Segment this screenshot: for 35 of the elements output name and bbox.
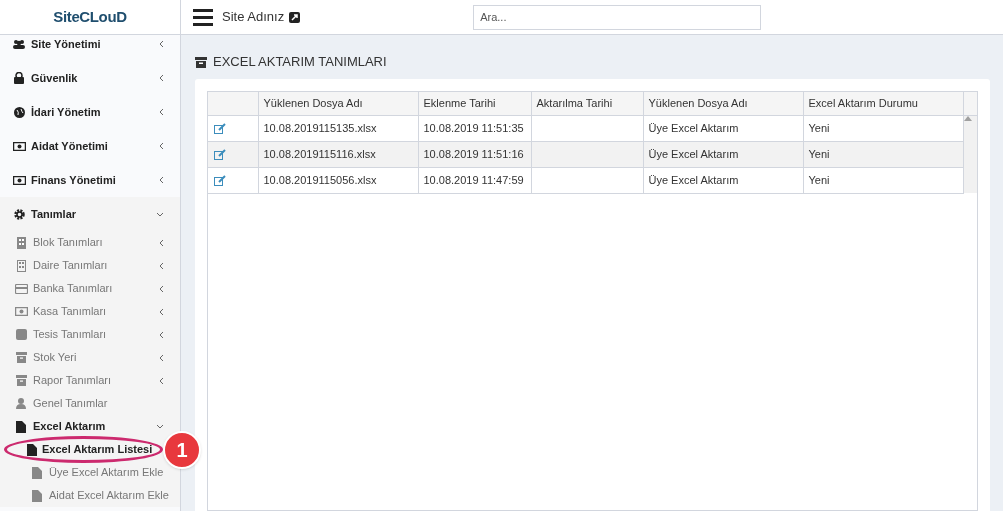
sidebar-item[interactable]: Stok Yeri [0, 346, 180, 369]
table-cell: 10.08.2019 11:51:16 [423, 147, 524, 160]
table-cell: 10.08.2019115116.xlsx [263, 147, 376, 160]
sidebar-item[interactable]: Aidat Yönetimi [0, 129, 180, 163]
sidebar-item[interactable]: Daire Tanımları [0, 254, 180, 277]
sidebar-item[interactable]: Blok Tanımları [0, 231, 180, 254]
sidebar-item[interactable]: İdari Yönetim [0, 95, 180, 129]
table-cell: 10.08.2019115056.xlsx [263, 173, 377, 186]
sidebar-item[interactable]: Excel Aktarım Listesi [4, 436, 163, 463]
table-cell: 10.08.2019115135.xlsx [263, 121, 377, 134]
table-cell: Yeni [808, 173, 830, 186]
column-header: Excel Aktarım Durumu [808, 97, 918, 109]
sidebar-item[interactable]: Tesis Tanımları [0, 323, 180, 346]
column-header: Yüklenen Dosya Adı [648, 97, 748, 109]
table-cell: Üye Excel Aktarım [648, 147, 739, 160]
sidebar-item[interactable]: Genel Tanımlar [0, 392, 180, 415]
sidebar-item[interactable]: Güvenlik [0, 61, 180, 95]
table-cell: Yeni [808, 121, 830, 134]
table-cell: Üye Excel Aktarım [648, 173, 739, 186]
column-header: Yüklenen Dosya Adı [263, 97, 363, 109]
table-cell: 10.08.2019 11:51:35 [423, 121, 524, 134]
sidebar-item[interactable]: Site Yönetimi [0, 27, 180, 61]
page-title: EXCEL AKTARIM TANIMLARI [213, 53, 387, 72]
table-cell: Yeni [808, 147, 830, 160]
sidebar-item[interactable]: Banka Tanımları [0, 277, 180, 300]
column-header: Aktarılma Tarihi [536, 97, 613, 109]
search-field[interactable]: Ara... [473, 4, 762, 30]
sidebar-item[interactable]: Rapor Tanımları [0, 369, 180, 392]
table-cell: 10.08.2019 11:47:59 [423, 173, 524, 186]
sidebar-item[interactable]: Aidat Excel Aktarım Ekle [0, 484, 180, 507]
column-header: Eklenme Tarihi [423, 97, 496, 109]
site-name[interactable]: Site Adınız [222, 7, 285, 27]
table-cell: Üye Excel Aktarım [648, 121, 739, 134]
sidebar-item[interactable]: Kasa Tanımları [0, 300, 180, 323]
sidebar-item[interactable]: Finans Yönetimi [0, 163, 180, 197]
